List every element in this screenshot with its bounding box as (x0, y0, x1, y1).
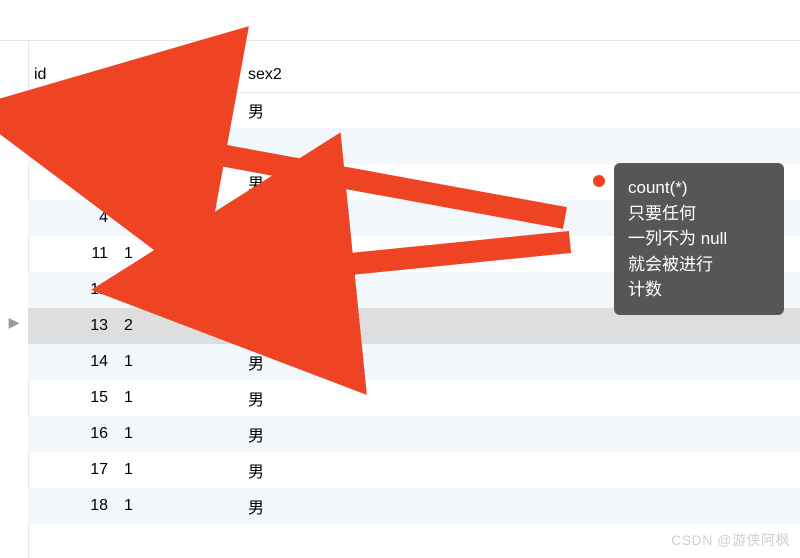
table-row[interactable]: 141男 (28, 344, 800, 380)
cell-sex2: 男 (248, 494, 368, 518)
tooltip-line: 一列不为 null (628, 226, 770, 252)
screenshot-root: ▶ id sex sex2 11男231男41男111男121男132女141男… (0, 0, 800, 558)
cell-sex2: 男 (248, 278, 368, 302)
current-row-marker-icon: ▶ (6, 314, 22, 331)
cell-sex: 1 (120, 281, 248, 299)
cell-sex: 1 (120, 461, 248, 479)
tooltip-line: 计数 (628, 277, 770, 303)
col-header-sex2[interactable]: sex2 (248, 66, 368, 84)
cell-id: 2 (28, 137, 120, 155)
cell-id: 3 (28, 173, 120, 191)
table-row[interactable]: 171男 (28, 452, 800, 488)
cell-sex2: 男 (248, 386, 368, 410)
col-header-id[interactable]: id (28, 66, 120, 84)
cell-id: 11 (28, 245, 120, 263)
table-row[interactable]: 151男 (28, 380, 800, 416)
cell-sex: 1 (120, 245, 248, 263)
cell-sex: 1 (120, 425, 248, 443)
cell-id: 4 (28, 209, 120, 227)
cell-sex2: 女 (248, 314, 368, 338)
cell-sex2: 男 (248, 458, 368, 482)
table-row[interactable]: 2 (28, 128, 800, 164)
table-row[interactable]: 181男 (28, 488, 800, 524)
tooltip-line: 只要任何 (628, 201, 770, 227)
tooltip-line: count(*) (628, 175, 770, 201)
cell-id: 14 (28, 353, 120, 371)
cell-sex: 1 (120, 497, 248, 515)
table-header: id sex sex2 (28, 58, 800, 92)
cell-id: 13 (28, 317, 120, 335)
cell-id: 16 (28, 425, 120, 443)
top-rule (0, 40, 800, 41)
cell-id: 1 (28, 101, 120, 119)
cell-id: 17 (28, 461, 120, 479)
tooltip-anchor-dot-icon (593, 175, 605, 187)
table-row[interactable]: 11男 (28, 92, 800, 128)
row-gutter: ▶ (0, 40, 28, 558)
cell-id: 15 (28, 389, 120, 407)
cell-id: 18 (28, 497, 120, 515)
cell-sex: 1 (120, 389, 248, 407)
cell-sex2: 男 (248, 422, 368, 446)
tooltip: count(*) 只要任何 一列不为 null 就会被进行 计数 (614, 163, 784, 315)
cell-sex: 1 (120, 353, 248, 371)
cell-sex2: 男 (248, 350, 368, 374)
cell-sex: 1 (120, 101, 248, 119)
tooltip-line: 就会被进行 (628, 252, 770, 278)
cell-sex2: 男 (248, 206, 368, 230)
table-row[interactable]: 161男 (28, 416, 800, 452)
cell-sex2: 男 (248, 170, 368, 194)
watermark: CSDN @游侠阿枫 (671, 530, 790, 550)
cell-sex2: 男 (248, 242, 368, 266)
cell-sex: 2 (120, 317, 248, 335)
cell-id: 12 (28, 281, 120, 299)
col-header-sex[interactable]: sex (120, 66, 248, 84)
cell-sex: 1 (120, 209, 248, 227)
cell-sex: 1 (120, 173, 248, 191)
cell-sex2: 男 (248, 98, 368, 122)
